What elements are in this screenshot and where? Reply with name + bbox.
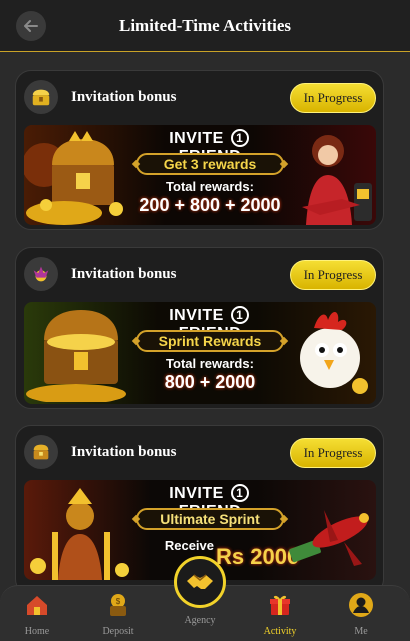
banner-invite-number: 1 xyxy=(230,129,249,147)
treasure-chest-art xyxy=(24,131,123,225)
card-header: Invitation bonus In Progress xyxy=(16,71,385,123)
banner-amounts: 800 + 2000 xyxy=(164,372,256,392)
activity-card[interactable]: Invitation bonus In Progress INVITE 1 FR… xyxy=(15,247,384,409)
warrior-statue-art xyxy=(30,488,129,580)
banner-subtitle: Get 3 rewards xyxy=(136,153,284,175)
gift-icon xyxy=(270,595,290,615)
nav-item-home[interactable]: Home xyxy=(7,592,67,640)
banner-amounts: 200 + 800 + 2000 xyxy=(139,195,281,215)
promo-banner[interactable]: INVITE 1 FRIEND Get 3 rewards Total rewa… xyxy=(24,125,376,225)
card-header: Invitation bonus In Progress xyxy=(16,248,385,300)
banner-total-label: Total rewards: xyxy=(166,356,254,371)
nav-label: Activity xyxy=(263,626,297,637)
deposit-icon: $ xyxy=(110,594,126,616)
agency-button[interactable] xyxy=(174,556,226,608)
page-title: Limited-Time Activities xyxy=(118,15,292,35)
jester-icon xyxy=(24,257,58,291)
banner-total-label: Total rewards: xyxy=(166,179,254,194)
svg-text:$: $ xyxy=(116,597,121,606)
banner-invite-number: 1 xyxy=(230,484,249,502)
in-progress-button[interactable]: In Progress xyxy=(290,83,376,113)
header-bar: Limited-Time Activities xyxy=(0,0,410,52)
card-header: Invitation bonus In Progress xyxy=(16,426,385,478)
nav-item-agency[interactable]: Agency xyxy=(170,612,230,638)
promo-banner[interactable]: INVITE 1 FRIEND Sprint Rewards Total rew… xyxy=(24,302,376,404)
card-title: Invitation bonus xyxy=(71,444,177,460)
nav-item-activity[interactable]: Activity xyxy=(250,592,310,640)
card-title: Invitation bonus xyxy=(71,89,177,105)
banner-invite-text: INVITE xyxy=(169,485,224,502)
treasure-icon xyxy=(24,80,58,114)
nav-label: Me xyxy=(354,626,368,637)
nav-item-me[interactable]: Me xyxy=(331,592,391,640)
rooster-art xyxy=(300,311,368,394)
in-progress-button[interactable]: In Progress xyxy=(290,438,376,468)
card-title: Invitation bonus xyxy=(71,266,177,282)
banner-invite-number: 1 xyxy=(230,306,249,324)
airplane-art xyxy=(289,510,369,566)
back-button[interactable] xyxy=(16,11,46,41)
arrow-left-icon xyxy=(24,20,38,32)
nav-item-deposit[interactable]: $ Deposit xyxy=(88,592,148,640)
nav-label: Home xyxy=(24,626,50,637)
treasure-icon xyxy=(24,435,58,469)
banner-subtitle: Ultimate Sprint xyxy=(136,508,284,530)
in-progress-button[interactable]: In Progress xyxy=(290,260,376,290)
activity-card[interactable]: Invitation bonus In Progress INVITE 1 FR… xyxy=(15,70,384,230)
nav-label: Deposit xyxy=(102,626,134,637)
aviator-girl-art xyxy=(302,135,372,225)
banner-invite-text: INVITE xyxy=(169,130,224,147)
banner-subtitle: Sprint Rewards xyxy=(136,330,284,352)
banner-invite-text: INVITE xyxy=(169,307,224,324)
profile-icon xyxy=(349,593,373,617)
nav-label: Agency xyxy=(184,615,216,626)
banner-total-label: Receive xyxy=(164,538,214,553)
home-icon xyxy=(27,596,47,615)
handshake-icon xyxy=(187,574,213,589)
treasure-chest-art xyxy=(26,310,126,402)
